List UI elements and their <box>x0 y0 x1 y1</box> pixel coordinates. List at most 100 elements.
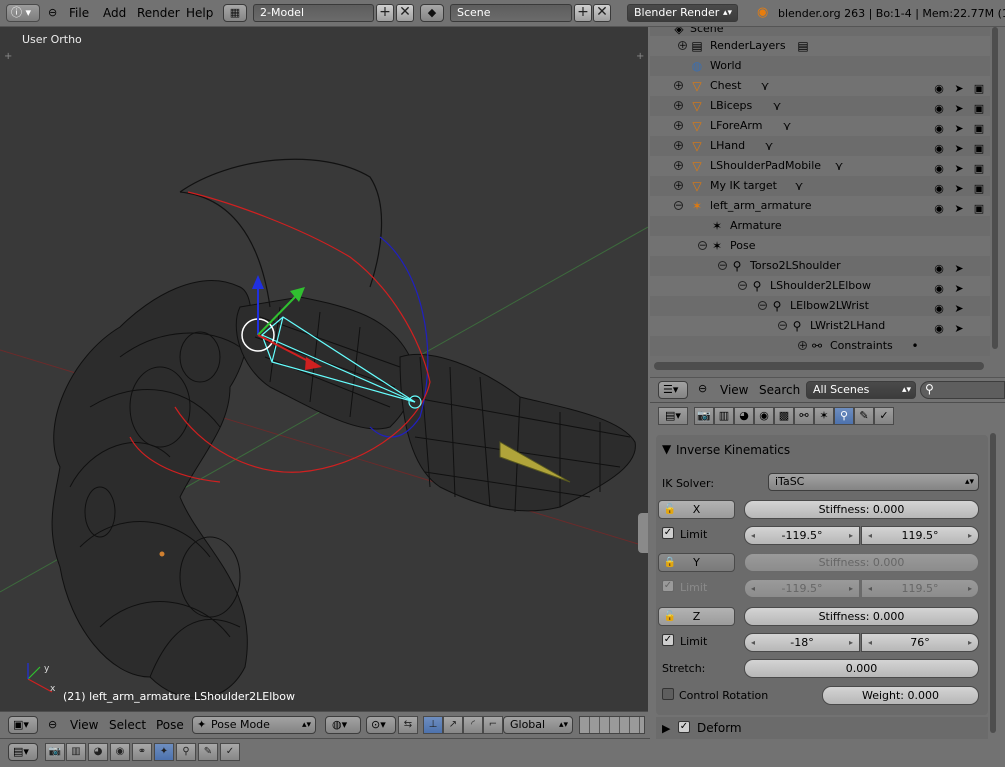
display-mode-dropdown[interactable]: All Scenes ▴▾ <box>806 381 916 399</box>
search-input[interactable]: ⚲ <box>920 381 1005 399</box>
limit-x-max-field[interactable]: ◂ 119.5° ▸ <box>861 526 979 545</box>
collapse-icon[interactable]: − <box>698 241 707 251</box>
control-rotation-checkbox[interactable] <box>662 688 674 700</box>
expand-icon[interactable]: + <box>674 101 683 111</box>
add-scene-button[interactable]: + <box>574 4 592 22</box>
object-constraint-tab-icon[interactable]: ⚯ <box>794 407 814 425</box>
material-tab-icon[interactable]: ✓ <box>874 407 894 425</box>
properties-editor[interactable]: ▤▾ 📷 ▥ ◕ ◉ ▩ ⚯ ✶ ⚲ ✎ ✓ ▼ Inverse Kinemat… <box>650 402 1005 739</box>
menu-select[interactable]: Select <box>109 718 146 732</box>
expand-icon[interactable]: + <box>674 121 683 131</box>
scene-icon[interactable]: ◆ <box>420 4 444 22</box>
menu-help[interactable]: Help <box>186 6 213 20</box>
scene-tab-icon[interactable]: ◕ <box>734 407 754 425</box>
lock-y-button[interactable]: 🔒 Y <box>658 553 735 572</box>
expand-icon[interactable]: + <box>674 81 683 91</box>
editor-type-button[interactable]: ▣▾ <box>8 716 38 734</box>
menu-view[interactable]: View <box>70 718 98 732</box>
limit-x-checkbox[interactable]: ✓ <box>662 527 674 539</box>
collapse-icon[interactable]: − <box>674 201 683 211</box>
render-tab-icon[interactable]: 📷 <box>45 743 65 761</box>
bone-constraint-tab-icon[interactable]: ✎ <box>854 407 874 425</box>
outliner-row-chest[interactable]: + ▽ Chest ⋎ ◉ ➤ ▣ <box>650 76 990 96</box>
layer-buttons[interactable] <box>579 716 645 734</box>
limit-z-max-field[interactable]: ◂ 76° ▸ <box>861 633 979 652</box>
object-tab-icon[interactable]: ▩ <box>774 407 794 425</box>
panel-title[interactable]: Inverse Kinematics <box>676 443 790 457</box>
limit-x-min-field[interactable]: ◂ -119.5° ▸ <box>744 526 860 545</box>
viewport-shading-dropdown[interactable]: ◍▾ <box>325 716 361 734</box>
armature-tab-icon[interactable]: ✶ <box>814 407 834 425</box>
renderlayer-tab-icon[interactable]: ▥ <box>66 743 86 761</box>
screen-layout-field[interactable]: 2-Model <box>253 4 374 22</box>
limit-y-checkbox[interactable]: ✓ <box>662 580 674 592</box>
render-tab-icon[interactable]: 📷 <box>694 407 714 425</box>
stiffness-y-slider[interactable]: Stiffness: 0.000 <box>744 553 979 572</box>
stiffness-z-slider[interactable]: Stiffness: 0.000 <box>744 607 979 626</box>
stretch-slider[interactable]: 0.000 <box>744 659 979 678</box>
add-screen-button[interactable]: + <box>376 4 394 22</box>
expand-icon[interactable]: + <box>798 341 807 351</box>
outliner-row-lshoulderpadmobile[interactable]: + ▽ LShoulderPadMobile ⋎ ◉ ➤ ▣ <box>650 156 990 176</box>
outliner-row-constraints[interactable]: + ⚯ Constraints • <box>650 336 990 356</box>
bone-tab-icon[interactable]: ⚲ <box>834 407 854 425</box>
menu-render[interactable]: Render <box>137 6 180 20</box>
outliner-row-armature[interactable]: ✶ Armature <box>650 216 990 236</box>
expand-icon[interactable]: + <box>674 181 683 191</box>
editor-type-button[interactable]: ▤▾ <box>658 407 688 425</box>
editor-type-button[interactable]: ⓘ ▾ <box>6 4 40 22</box>
expand-icon[interactable]: + <box>678 41 687 51</box>
outliner-scrollbar[interactable] <box>992 27 998 349</box>
screen-layout-icon[interactable]: ▦ <box>223 4 247 22</box>
collapse-triangle-icon[interactable]: ▼ <box>662 442 671 456</box>
lock-z-button[interactable]: 🔓 Z <box>658 607 735 626</box>
area-corner-tl-icon[interactable]: + <box>4 51 12 62</box>
limit-z-checkbox[interactable]: ✓ <box>662 634 674 646</box>
remove-screen-button[interactable]: ✕ <box>396 4 414 22</box>
mode-dropdown[interactable]: ✦ Pose Mode ▴▾ <box>192 716 316 734</box>
constraint-tab-icon[interactable]: ✦ <box>154 743 174 761</box>
scene-tab-icon[interactable]: ◕ <box>88 743 108 761</box>
transform-orientation-dropdown[interactable]: Global ▴▾ <box>503 716 573 734</box>
editor-type-button[interactable]: ▤▾ <box>8 743 38 761</box>
manipulator-move-icon[interactable]: ↗ <box>443 716 463 734</box>
editor-type-button[interactable]: ☰▾ <box>658 381 688 399</box>
outliner-row-lbiceps[interactable]: + ▽ LBiceps ⋎ ◉ ➤ ▣ <box>650 96 990 116</box>
expand-icon[interactable]: + <box>674 141 683 151</box>
outliner-row-world[interactable]: ◍ World <box>650 56 990 76</box>
scene-field[interactable]: Scene <box>450 4 572 22</box>
collapse-menu-icon[interactable]: ⊖ <box>698 382 707 395</box>
stiffness-x-slider[interactable]: Stiffness: 0.000 <box>744 500 979 519</box>
deform-panel-header[interactable]: ▶ ✓ Deform <box>656 717 988 739</box>
outliner-row-lwrist2lhand[interactable]: − ⚲ LWrist2LHand ◉ ➤ <box>650 316 990 336</box>
area-corner-tr-icon[interactable]: + <box>636 51 644 62</box>
outliner-row-lelbow2lwrist[interactable]: − ⚲ LElbow2LWrist ◉ ➤ <box>650 296 990 316</box>
expand-icon[interactable]: + <box>674 161 683 171</box>
lock-x-button[interactable]: 🔓 X <box>658 500 735 519</box>
world-tab-icon[interactable]: ◉ <box>110 743 130 761</box>
manipulator-translate-icon[interactable]: ⊥ <box>423 716 443 734</box>
outliner-row-lshoulder2lelbow[interactable]: − ⚲ LShoulder2LElbow ◉ ➤ <box>650 276 990 296</box>
world-tab-icon[interactable]: ◉ <box>754 407 774 425</box>
menu-view[interactable]: View <box>720 383 748 397</box>
menu-search[interactable]: Search <box>759 383 800 397</box>
menu-file[interactable]: File <box>69 6 89 20</box>
deform-checkbox[interactable]: ✓ <box>678 721 690 733</box>
modifier-tab-icon[interactable]: ✓ <box>220 743 240 761</box>
limit-y-min-field[interactable]: ◂ -119.5° ▸ <box>744 579 860 598</box>
bone-constraint-tab-icon[interactable]: ✎ <box>198 743 218 761</box>
weight-slider[interactable]: Weight: 0.000 <box>822 686 979 705</box>
ik-solver-dropdown[interactable]: iTaSC ▴▾ <box>768 473 979 491</box>
collapse-menu-icon[interactable]: ⊖ <box>48 718 57 731</box>
pivot-dropdown[interactable]: ⊙▾ <box>366 716 396 734</box>
manipulator-toggle-icon[interactable]: ⇆ <box>398 716 418 734</box>
3d-viewport[interactable]: y x User Ortho (21) left_arm_armature LS… <box>0 27 648 711</box>
render-engine-dropdown[interactable]: Blender Render ▴▾ <box>627 4 738 22</box>
outliner-row-my-ik-target[interactable]: + ▽ My IK target ⋎ ◉ ➤ ▣ <box>650 176 990 196</box>
manipulator-rotate-icon[interactable]: ◜ <box>463 716 483 734</box>
collapse-icon[interactable]: − <box>738 281 747 291</box>
bone-tab-icon[interactable]: ⚲ <box>176 743 196 761</box>
toolshelf-tab[interactable] <box>638 513 648 553</box>
menu-pose[interactable]: Pose <box>156 718 184 732</box>
outliner-row-pose[interactable]: − ✶ Pose <box>650 236 990 256</box>
